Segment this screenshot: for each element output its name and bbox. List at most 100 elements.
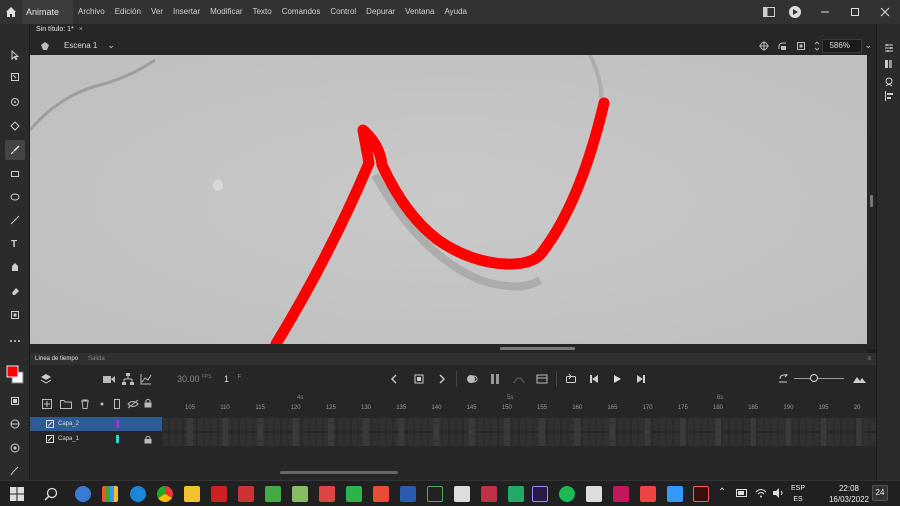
- onion-skin-icon[interactable]: [466, 373, 478, 385]
- lock-icon[interactable]: [144, 398, 152, 408]
- spotify-icon[interactable]: [559, 486, 575, 502]
- menu-depurar[interactable]: Depurar: [361, 0, 400, 24]
- paint-bucket-tool-icon[interactable]: [5, 116, 25, 136]
- panel-menu-icon[interactable]: ≡: [862, 356, 876, 362]
- library-panel-icon[interactable]: [879, 54, 899, 74]
- stage-vertical-scrollbar[interactable]: [867, 55, 876, 349]
- selection-tool-icon[interactable]: [5, 45, 25, 65]
- menu-edicion[interactable]: Edición: [110, 0, 146, 24]
- new-folder-icon[interactable]: [60, 399, 72, 409]
- notifications-badge[interactable]: 24: [872, 485, 888, 501]
- volume-icon[interactable]: [772, 487, 784, 499]
- home-icon[interactable]: [0, 0, 22, 24]
- search-icon[interactable]: [43, 486, 59, 502]
- brush-tool-icon[interactable]: [5, 140, 25, 160]
- layers-icon[interactable]: [40, 373, 52, 385]
- align-panel-icon[interactable]: [879, 86, 899, 106]
- chrome-icon[interactable]: [157, 486, 173, 502]
- test-movie-icon[interactable]: [780, 0, 810, 24]
- scene-dropdown-chevron-icon[interactable]: ⌄: [107, 40, 115, 51]
- brush-settings-icon[interactable]: [5, 461, 25, 481]
- highlight-dot-icon[interactable]: [100, 402, 104, 406]
- app-icon-7[interactable]: [319, 486, 335, 502]
- step-forward-icon[interactable]: [636, 374, 646, 384]
- app-icon-9[interactable]: [481, 486, 497, 502]
- eraser-tool-icon[interactable]: [5, 281, 25, 301]
- layer-lock-icon[interactable]: [144, 435, 152, 444]
- tab-timeline[interactable]: Línea de tiempo: [30, 356, 83, 362]
- menu-texto[interactable]: Texto: [248, 0, 277, 24]
- mountains-icon[interactable]: [853, 374, 866, 384]
- camtasia-icon[interactable]: [346, 486, 362, 502]
- wifi-icon[interactable]: [755, 487, 767, 499]
- center-stage-icon[interactable]: [759, 40, 770, 51]
- fps-value[interactable]: 30.00: [177, 374, 200, 384]
- prev-keyframe-icon[interactable]: [390, 374, 398, 384]
- menu-modificar[interactable]: Modificar: [205, 0, 247, 24]
- scene-label[interactable]: Escena 1: [64, 41, 97, 50]
- center-frame-icon[interactable]: [778, 374, 788, 384]
- outline-icon[interactable]: [114, 399, 120, 409]
- more-tools-icon[interactable]: [5, 331, 25, 351]
- rotate-stage-icon[interactable]: [777, 41, 788, 51]
- app-icon-12[interactable]: [613, 486, 629, 502]
- file-explorer-icon[interactable]: [184, 486, 200, 502]
- layer-parenting-icon[interactable]: [122, 373, 134, 385]
- current-frame[interactable]: 1: [224, 374, 229, 384]
- layer-color-swatch[interactable]: [116, 420, 119, 428]
- app-icon-1[interactable]: [75, 486, 91, 502]
- layer-name[interactable]: Capa_2: [58, 417, 79, 431]
- menu-ventana[interactable]: Ventana: [400, 0, 439, 24]
- clip-content-icon[interactable]: [796, 41, 806, 51]
- delete-layer-icon[interactable]: [80, 399, 90, 409]
- next-keyframe-icon[interactable]: [438, 374, 446, 384]
- photos-icon[interactable]: [667, 486, 683, 502]
- edge-icon[interactable]: [130, 486, 146, 502]
- clock[interactable]: 22:08 16/03/2022: [824, 483, 874, 505]
- document-tab[interactable]: Sin título: 1* ×: [36, 24, 83, 36]
- classic-tween-icon[interactable]: [536, 373, 548, 385]
- asset-warp-tool-icon[interactable]: [5, 92, 25, 112]
- roblox-icon[interactable]: [454, 486, 470, 502]
- after-effects-icon[interactable]: [532, 486, 548, 502]
- play-icon[interactable]: [612, 374, 622, 384]
- layer-row-capa-2[interactable]: Capa_2: [30, 417, 162, 431]
- frame-grid[interactable]: [162, 417, 876, 453]
- free-transform-tool-icon[interactable]: [5, 67, 25, 87]
- zoom-stepper-icon[interactable]: [814, 40, 820, 52]
- edit-multiple-frames-icon[interactable]: [490, 373, 500, 385]
- timeline-scroll-thumb[interactable]: [280, 471, 398, 474]
- scene-icon[interactable]: [40, 41, 50, 51]
- zoom-dropdown-chevron-icon[interactable]: ⌄: [864, 40, 872, 51]
- text-tool-icon[interactable]: T: [5, 233, 25, 253]
- menu-ver[interactable]: Ver: [146, 0, 168, 24]
- frames-area[interactable]: 105 110 115 120 125 130 135 140 145 150 155 160 165 1…: [162, 395, 876, 451]
- menu-archivo[interactable]: Archivo: [73, 0, 110, 24]
- vertical-scroll-thumb[interactable]: [870, 195, 873, 207]
- document-tab-close-icon[interactable]: ×: [79, 26, 83, 33]
- layer-name[interactable]: Capa_1: [58, 432, 79, 446]
- menu-insertar[interactable]: Insertar: [168, 0, 205, 24]
- frame-ruler[interactable]: 105 110 115 120 125 130 135 140 145 150 155 160 165 1…: [162, 395, 876, 415]
- menu-ayuda[interactable]: Ayuda: [439, 0, 472, 24]
- show-hide-icon[interactable]: [127, 399, 139, 409]
- minimize-icon[interactable]: [810, 0, 840, 24]
- stage-canvas[interactable]: [30, 55, 867, 344]
- app-name[interactable]: Animate: [22, 0, 74, 24]
- camera-icon[interactable]: [103, 374, 115, 384]
- menu-comandos[interactable]: Comandos: [277, 0, 326, 24]
- recorder-icon[interactable]: [373, 486, 389, 502]
- stage-horizontal-scrollbar[interactable]: [30, 344, 867, 353]
- step-back-icon[interactable]: [589, 374, 599, 384]
- battery-icon[interactable]: [736, 489, 748, 497]
- workspace-layout-icon[interactable]: [758, 0, 780, 24]
- ink-bottle-tool-icon[interactable]: [5, 257, 25, 277]
- windows-start-icon[interactable]: [9, 486, 25, 502]
- horizontal-scroll-thumb[interactable]: [500, 347, 575, 350]
- camera-frame-tool-icon[interactable]: [5, 305, 25, 325]
- app-icon-6[interactable]: [292, 486, 308, 502]
- zoom-field[interactable]: 586%: [822, 38, 863, 53]
- stroke-fill-swatch[interactable]: [5, 360, 25, 388]
- snap-icon[interactable]: [5, 414, 25, 434]
- pressure-icon[interactable]: [5, 438, 25, 458]
